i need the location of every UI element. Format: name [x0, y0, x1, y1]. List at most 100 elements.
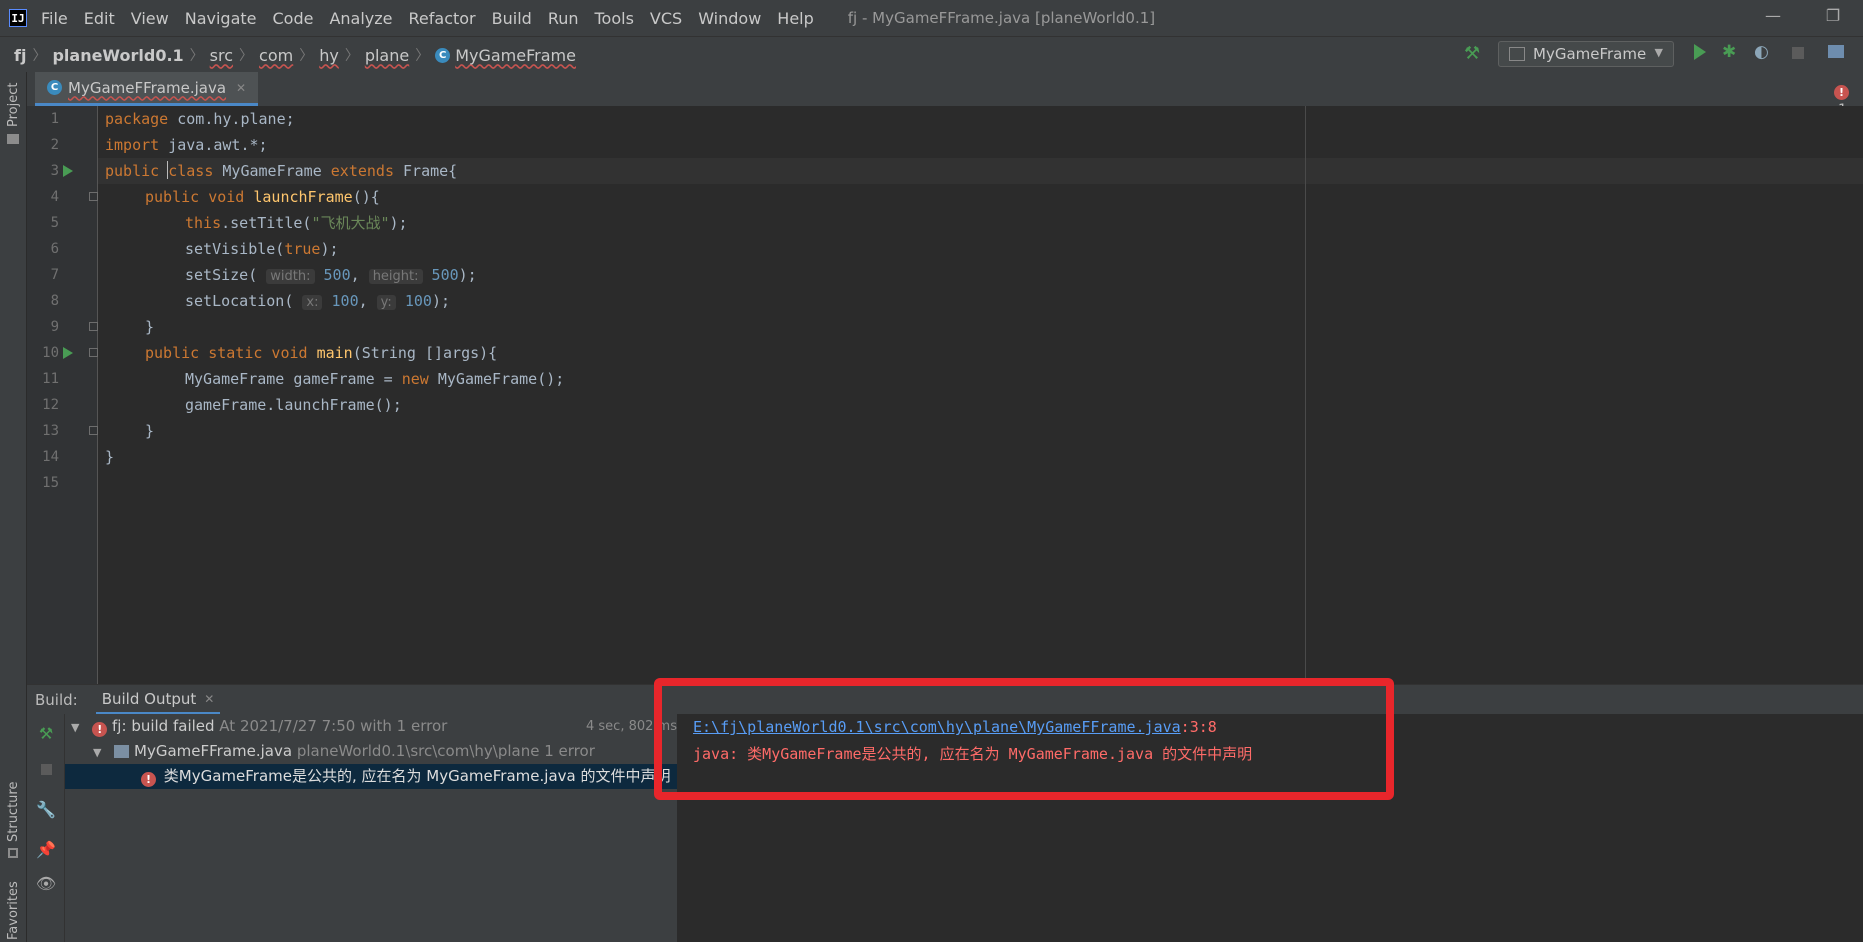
menu-bar: File Edit View Navigate Code Analyze Ref… — [41, 9, 830, 28]
code-line: } — [145, 422, 155, 440]
editor-tab-bar: C MyGameFFrame.java ✕ ! 1 — [27, 72, 1863, 118]
menu-refactor[interactable]: Refactor — [409, 9, 476, 28]
breadcrumb: fj 〉 planeWorld0.1 〉 src 〉 com 〉 hy 〉 pl… — [14, 45, 576, 65]
menu-analyze[interactable]: Analyze — [329, 9, 392, 28]
chevron-right-icon: 〉 — [189, 48, 204, 64]
code-editor[interactable]: package com.hy.plane; import java.awt.*;… — [98, 106, 1863, 684]
pin-icon[interactable]: 📌 — [35, 838, 57, 860]
code-line: setSize( width: 500, height: 500); — [185, 266, 477, 284]
structure-icon — [8, 848, 18, 858]
menu-run[interactable]: Run — [548, 9, 579, 28]
minimize-button[interactable]: — — [1758, 6, 1788, 28]
close-icon[interactable]: ✕ — [236, 81, 246, 95]
editor-tab-label: MyGameFFrame.java — [68, 78, 227, 97]
chevron-down-icon: ▼ — [93, 746, 102, 759]
breadcrumb-src[interactable]: src — [210, 46, 233, 65]
line-number: 7 — [50, 267, 59, 283]
tree-row-file[interactable]: ▼ MyGameFFrame.java planeWorld0.1\src\co… — [93, 739, 595, 764]
run-icon[interactable] — [1694, 44, 1706, 60]
application-icon — [1509, 47, 1525, 61]
breadcrumb-class[interactable]: MyGameFrame — [455, 46, 576, 65]
close-icon[interactable]: ✕ — [204, 685, 214, 713]
structure-tool-window-button[interactable]: Structure — [6, 782, 21, 842]
line-number: 12 — [42, 397, 59, 413]
code-line: import java.awt.*; — [105, 136, 268, 154]
run-gutter-icon[interactable] — [63, 347, 73, 359]
restore-button[interactable]: ❐ — [1818, 6, 1848, 28]
line-number: 1 — [50, 111, 59, 127]
menu-vcs[interactable]: VCS — [650, 9, 682, 28]
menu-edit[interactable]: Edit — [84, 9, 115, 28]
parameter-hint: x: — [302, 295, 323, 310]
breadcrumb-module[interactable]: planeWorld0.1 — [52, 46, 183, 65]
fold-icon[interactable] — [89, 322, 98, 331]
line-number: 10 — [42, 345, 59, 361]
code-line: } — [145, 318, 155, 336]
project-tool-window-button[interactable]: Project — [6, 83, 21, 127]
parameter-hint: y: — [376, 295, 396, 310]
stop-icon[interactable] — [1792, 47, 1804, 59]
code-line: package com.hy.plane; — [105, 110, 295, 128]
stop-build-icon[interactable] — [35, 758, 57, 780]
line-number: 8 — [50, 293, 59, 309]
breadcrumb-project[interactable]: fj — [14, 46, 26, 65]
rebuild-hammer-icon[interactable]: ⚒ — [35, 722, 57, 744]
favorites-tool-window-button[interactable]: Favorites — [6, 881, 21, 940]
build-duration: 4 sec, 802 ms — [586, 719, 677, 734]
build-panel-label: Build: — [35, 691, 78, 709]
chevron-right-icon: 〉 — [239, 48, 254, 64]
chevron-right-icon: 〉 — [32, 48, 47, 64]
code-line: this.setTitle("飞机大战"); — [185, 214, 408, 232]
run-gutter-icon[interactable] — [63, 165, 73, 177]
code-line: MyGameFrame gameFrame = new MyGameFrame(… — [185, 370, 565, 388]
error-icon: ! — [1834, 85, 1849, 100]
chevron-right-icon: 〉 — [344, 48, 359, 64]
code-line: public static void main(String []args){ — [145, 344, 498, 362]
navigation-bar: fj 〉 planeWorld0.1 〉 src 〉 com 〉 hy 〉 pl… — [0, 36, 1863, 74]
menu-navigate[interactable]: Navigate — [185, 9, 257, 28]
editor-gutter: 1 2 3 4 5 6 7 8 9 10 11 12 13 14 15 — [27, 106, 98, 684]
class-icon: C — [435, 47, 451, 63]
chevron-down-icon: ▼ — [1654, 46, 1663, 59]
menu-window[interactable]: Window — [698, 9, 761, 28]
menu-view[interactable]: View — [131, 9, 169, 28]
wrench-icon[interactable]: 🔧 — [35, 798, 57, 820]
line-number: 3 — [50, 163, 59, 179]
error-icon: ! — [92, 722, 108, 737]
build-hammer-icon[interactable]: ⚒ — [1464, 43, 1480, 64]
breadcrumb-com[interactable]: com — [259, 46, 293, 65]
fold-icon[interactable] — [89, 426, 98, 435]
line-number: 14 — [42, 449, 59, 465]
build-output-tab[interactable]: Build Output ✕ — [95, 685, 221, 715]
line-number: 4 — [50, 189, 59, 205]
fold-icon[interactable] — [89, 192, 98, 201]
build-console-output[interactable]: E:\fj\planeWorld0.1\src\com\hy\plane\MyG… — [678, 714, 1863, 942]
fold-icon[interactable] — [89, 348, 98, 357]
menu-tools[interactable]: Tools — [595, 9, 634, 28]
breadcrumb-plane[interactable]: plane — [365, 46, 409, 65]
code-line: setLocation( x: 100, y: 100); — [185, 292, 450, 310]
menu-help[interactable]: Help — [777, 9, 813, 28]
tree-row-error-selected[interactable]: ! 类MyGameFrame是公共的, 应在名为 MyGameFrame.jav… — [65, 764, 677, 789]
title-bar: IJ File Edit View Navigate Code Analyze … — [0, 0, 1863, 36]
tree-row-build-result[interactable]: ▼ ! fj: build failed At 2021/7/27 7:50 w… — [71, 714, 677, 739]
debug-bug-icon[interactable]: ✱ — [1722, 42, 1736, 62]
menu-file[interactable]: File — [41, 9, 68, 28]
chevron-right-icon: 〉 — [415, 48, 430, 64]
line-number: 11 — [42, 371, 59, 387]
project-structure-icon[interactable] — [1828, 45, 1844, 58]
source-file-link[interactable]: E:\fj\planeWorld0.1\src\com\hy\plane\MyG… — [693, 718, 1181, 736]
build-toolbar: ⚒ 🔧 📌 👁 — [27, 714, 65, 942]
menu-build[interactable]: Build — [492, 9, 532, 28]
menu-code[interactable]: Code — [273, 9, 314, 28]
chevron-down-icon: ▼ — [71, 721, 80, 734]
coverage-icon[interactable]: ◐ — [1754, 42, 1769, 62]
eye-icon[interactable]: 👁 — [35, 872, 57, 894]
breadcrumb-hy[interactable]: hy — [319, 46, 339, 65]
editor-tab-mygameframe[interactable]: C MyGameFFrame.java ✕ — [35, 72, 259, 106]
chevron-right-icon: 〉 — [299, 48, 314, 64]
error-icon: ! — [141, 772, 156, 787]
intellij-logo-icon: IJ — [9, 9, 27, 27]
run-configuration-select[interactable]: MyGameFrame ▼ — [1498, 41, 1674, 67]
line-number: 13 — [42, 423, 59, 439]
